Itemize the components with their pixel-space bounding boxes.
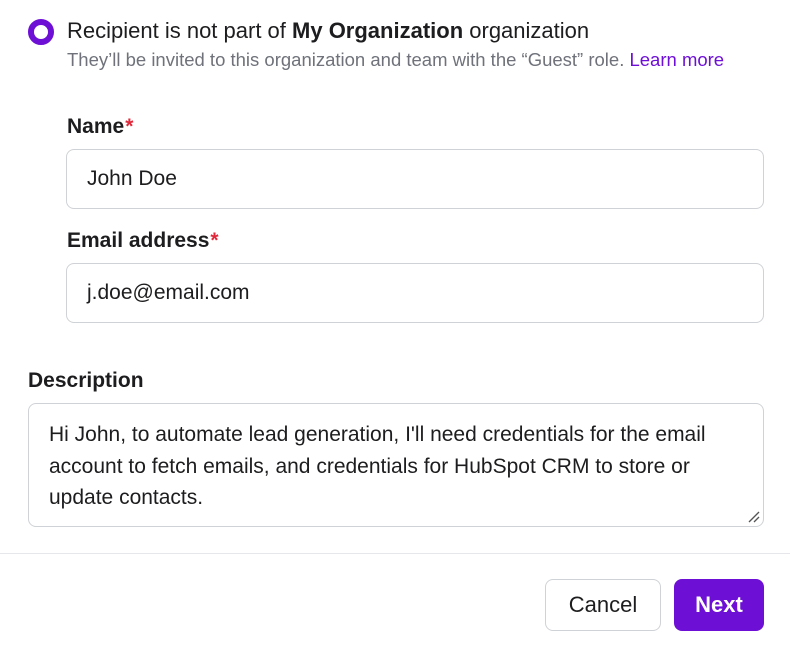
learn-more-link[interactable]: Learn more bbox=[629, 49, 724, 70]
recipient-option-help: They’ll be invited to this organization … bbox=[67, 49, 725, 70]
recipient-option-label: Recipient is not part of My Organization… bbox=[67, 18, 590, 43]
description-textarea[interactable]: Hi John, to automate lead generation, I'… bbox=[28, 403, 764, 527]
required-mark: * bbox=[125, 115, 134, 138]
description-text: Hi John, to automate lead generation, I'… bbox=[49, 423, 706, 509]
footer-divider bbox=[0, 553, 790, 554]
cancel-button[interactable]: Cancel bbox=[545, 579, 661, 631]
description-label: Description bbox=[28, 369, 144, 392]
email-input[interactable]: j.doe@email.com bbox=[66, 263, 764, 323]
recipient-option[interactable]: Recipient is not part of My Organization… bbox=[28, 16, 762, 72]
recipient-radio-selected[interactable] bbox=[28, 19, 54, 45]
email-label: Email address* bbox=[67, 229, 219, 252]
required-mark: * bbox=[210, 229, 219, 252]
organization-name: My Organization bbox=[292, 18, 464, 43]
name-input[interactable]: John Doe bbox=[66, 149, 764, 209]
next-button[interactable]: Next bbox=[674, 579, 764, 631]
name-label: Name* bbox=[67, 115, 134, 138]
recipient-option-text: Recipient is not part of My Organization… bbox=[67, 16, 757, 72]
invite-recipient-form: Recipient is not part of My Organization… bbox=[0, 0, 790, 656]
resize-handle-icon[interactable] bbox=[746, 509, 760, 523]
